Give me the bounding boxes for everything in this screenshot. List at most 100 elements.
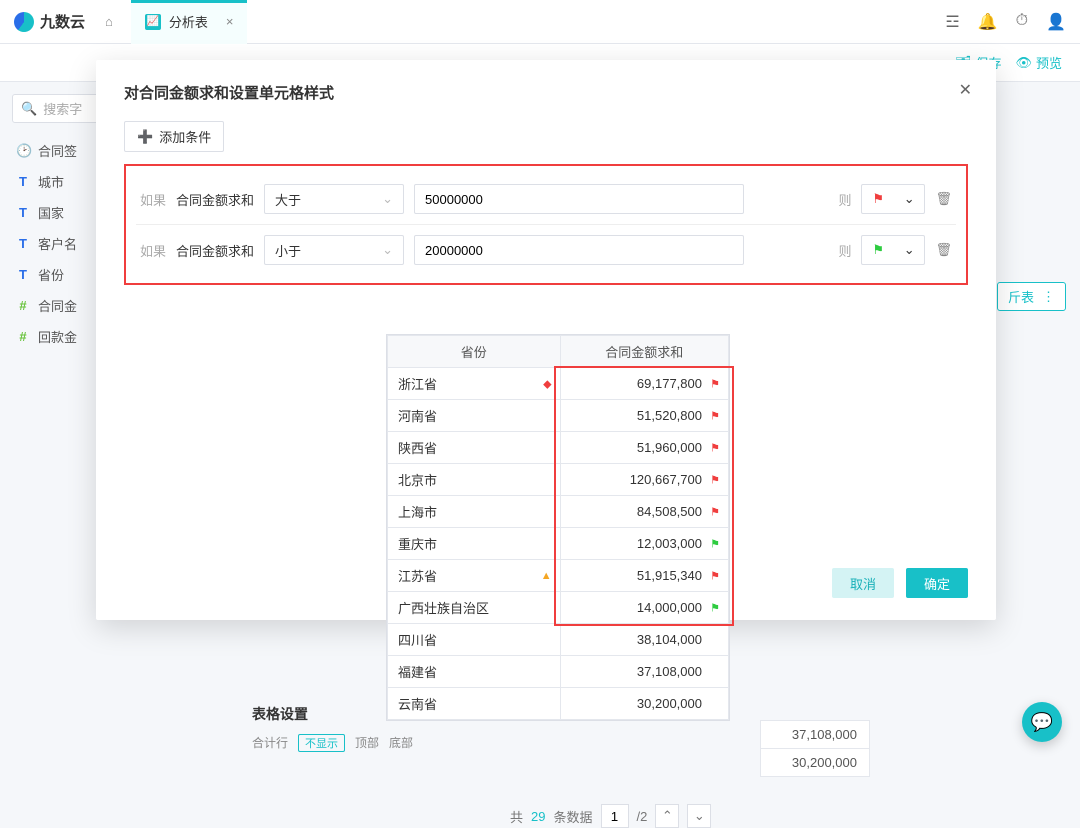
field-label: 客户名 — [38, 234, 77, 253]
amount-cell: 51,915,340⚑ — [560, 560, 728, 592]
amount-cell: 12,003,000⚑ — [560, 528, 728, 560]
bg-cell: 37,108,000 — [760, 720, 870, 749]
flag-icon: ⚑ — [710, 377, 720, 390]
amount-cell: 69,177,800⚑ — [560, 368, 728, 400]
condition-row: 如果 合同金额求和 小于⌄ 则 ⚑⌄ 🗑 — [136, 224, 956, 275]
close-modal-icon[interactable]: ✕ — [959, 80, 972, 100]
home-icon[interactable]: ⌂ — [105, 14, 113, 29]
topbar: 九数云 ⌂ 📈 分析表 × ☲ 🔔 ⏱ 👤 — [0, 0, 1080, 44]
more-icon[interactable]: ⋮ — [1042, 289, 1055, 305]
field-type-icon: T — [16, 267, 30, 282]
search-icon: 🔍 — [21, 101, 37, 117]
diamond-icon: ◆ — [543, 377, 551, 390]
close-tab-icon[interactable]: × — [226, 14, 234, 29]
if-label: 如果 — [140, 190, 166, 209]
amount-cell: 38,104,000 — [560, 624, 728, 656]
delete-icon[interactable]: 🗑 — [935, 242, 952, 258]
condition-field: 合同金额求和 — [176, 241, 254, 260]
delete-icon[interactable]: 🗑 — [935, 191, 952, 207]
bell-icon[interactable]: 🔔 — [978, 12, 998, 32]
col-province: 省份 — [388, 336, 561, 368]
flag-select[interactable]: ⚑⌄ — [861, 235, 925, 265]
user-icon[interactable]: 👤 — [1046, 12, 1066, 32]
table-row: 广西壮族自治区 14,000,000⚑ — [388, 592, 729, 624]
field-label: 回款金 — [38, 327, 77, 346]
then-label: 则 — [838, 241, 851, 260]
confirm-button[interactable]: 确定 — [906, 568, 968, 598]
help-fab[interactable]: 💬 — [1022, 702, 1062, 742]
flag-icon: ⚑ — [710, 409, 720, 422]
bg-right-table: 37,108,000 30,200,000 — [760, 720, 870, 776]
field-type-icon: T — [16, 205, 30, 220]
flag-icon: ⚑ — [710, 537, 720, 550]
flag-icon: ⚑ — [710, 505, 720, 518]
flag-icon: ⚑ — [872, 191, 884, 207]
opt-top[interactable]: 顶部 — [355, 734, 379, 752]
preview-button[interactable]: 👁 预览 — [1015, 53, 1062, 72]
operator-select[interactable]: 大于⌄ — [264, 184, 404, 214]
field-label: 合同金 — [38, 296, 77, 315]
modal-title: 对合同金额求和设置单元格样式 — [124, 82, 968, 103]
list-icon[interactable]: ☲ — [945, 12, 959, 32]
cancel-button[interactable]: 取消 — [832, 568, 894, 598]
bg-cell: 30,200,000 — [760, 748, 870, 777]
province-cell: 福建省 — [388, 656, 561, 688]
field-type-icon: # — [16, 298, 30, 313]
value-input[interactable] — [414, 235, 744, 265]
amount-cell: 84,508,500⚑ — [560, 496, 728, 528]
if-label: 如果 — [140, 241, 166, 260]
operator-select[interactable]: 小于⌄ — [264, 235, 404, 265]
tab-analysis[interactable]: 📈 分析表 × — [131, 0, 248, 44]
flag-select[interactable]: ⚑⌄ — [861, 184, 925, 214]
add-condition-button[interactable]: ➕ 添加条件 — [124, 121, 224, 152]
chevron-down-icon: ⌄ — [904, 191, 915, 207]
table-row: 云南省 30,200,000 — [388, 688, 729, 720]
page-total: /2 — [637, 809, 648, 824]
flag-icon: ⚑ — [710, 473, 720, 486]
timer-icon[interactable]: ⏱ — [1016, 12, 1028, 32]
table-row: 陕西省 51,960,000⚑ — [388, 432, 729, 464]
chat-icon: 💬 — [1031, 712, 1053, 733]
value-input[interactable] — [414, 184, 744, 214]
field-type-icon: T — [16, 174, 30, 189]
page-prev[interactable]: ⌃ — [655, 804, 679, 828]
flag-icon: ⚑ — [710, 441, 720, 454]
opt-none[interactable]: 不显示 — [298, 734, 345, 752]
logo-icon — [14, 12, 34, 32]
province-cell: 浙江省◆ — [388, 368, 561, 400]
field-type-icon: 🕑 — [16, 143, 30, 159]
table-row: 上海市 84,508,500⚑ — [388, 496, 729, 528]
province-cell: 北京市 — [388, 464, 561, 496]
table-row: 福建省 37,108,000 — [388, 656, 729, 688]
amount-cell: 37,108,000 — [560, 656, 728, 688]
flag-icon: ⚑ — [872, 242, 884, 258]
opt-bottom[interactable]: 底部 — [389, 734, 413, 752]
record-count: 29 — [531, 809, 545, 824]
chart-icon: 📈 — [145, 14, 161, 30]
field-type-icon: T — [16, 236, 30, 251]
analysis-table-chip[interactable]: 斤表 ⋮ — [997, 282, 1066, 311]
modal-footer: 取消 确定 — [832, 568, 968, 598]
plus-icon: ➕ — [137, 129, 153, 145]
field-label: 合同签 — [38, 141, 77, 160]
then-label: 则 — [838, 190, 851, 209]
amount-cell: 14,000,000⚑ — [560, 592, 728, 624]
pager: 共 29 条数据 /2 ⌃ ⌄ — [510, 804, 711, 828]
province-cell: 江苏省▲ — [388, 560, 561, 592]
chevron-down-icon: ⌄ — [382, 242, 393, 258]
field-type-icon: # — [16, 329, 30, 344]
table-row: 重庆市 12,003,000⚑ — [388, 528, 729, 560]
province-cell: 陕西省 — [388, 432, 561, 464]
page-input[interactable] — [601, 804, 629, 828]
amount-cell: 30,200,000 — [560, 688, 728, 720]
province-cell: 广西壮族自治区 — [388, 592, 561, 624]
chevron-down-icon: ⌄ — [382, 191, 393, 207]
flag-icon: ⚑ — [710, 569, 720, 582]
table-row: 浙江省◆ 69,177,800⚑ — [388, 368, 729, 400]
province-cell: 上海市 — [388, 496, 561, 528]
page-next[interactable]: ⌄ — [687, 804, 711, 828]
field-label: 城市 — [38, 172, 64, 191]
brand-text: 九数云 — [40, 11, 85, 32]
triangle-icon: ▲ — [541, 570, 552, 582]
chevron-down-icon: ⌄ — [904, 242, 915, 258]
